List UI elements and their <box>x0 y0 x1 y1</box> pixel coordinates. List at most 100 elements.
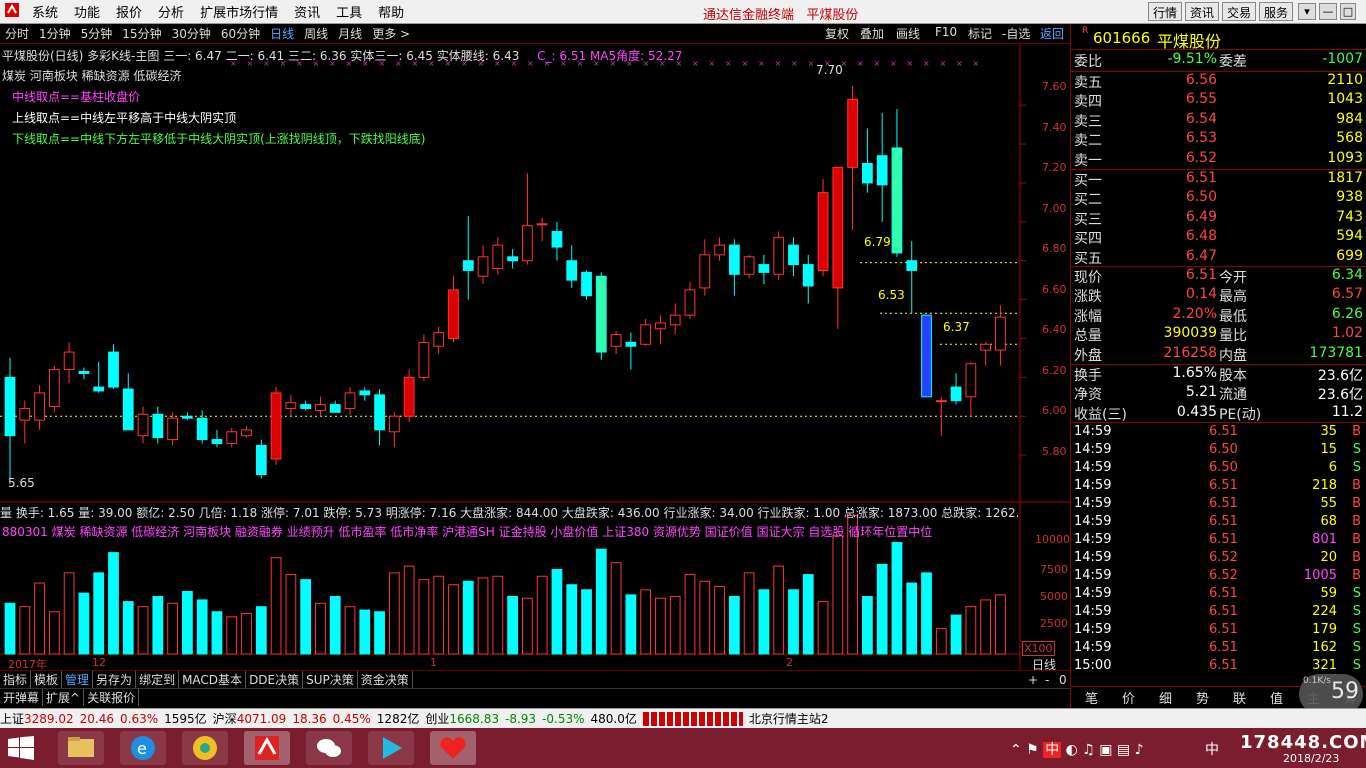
menu-system[interactable]: 系统 <box>24 2 66 21</box>
menu-analysis[interactable]: 分析 <box>150 2 192 21</box>
cross-marker: × <box>890 59 897 68</box>
quote-button[interactable]: 行情 <box>1148 2 1183 21</box>
tab-danmaku[interactable]: 开弹幕 <box>0 689 44 706</box>
cross-marker: × <box>857 59 864 68</box>
menu-help[interactable]: 帮助 <box>370 2 412 21</box>
server-name[interactable]: 北京行情主站2 <box>749 710 829 727</box>
app-logo-icon[interactable] <box>0 2 24 22</box>
sz-label[interactable]: 沪深 <box>213 710 237 727</box>
overlay-button[interactable]: 叠加 <box>860 25 884 42</box>
period-daily[interactable]: 日线 <box>265 25 299 42</box>
cross-marker: × <box>692 59 699 68</box>
volume-bar <box>403 565 415 655</box>
volume-bar <box>743 572 755 655</box>
tab-fund[interactable]: 资金决策 <box>358 671 413 688</box>
period-15min[interactable]: 15分钟 <box>117 25 166 42</box>
ime-icon[interactable]: 中 <box>1043 742 1062 758</box>
sell-row: 卖一 6.52 1093 <box>1071 150 1366 169</box>
stat-value: 11.2 <box>1331 403 1363 420</box>
period-60min[interactable]: 60分钟 <box>216 25 265 42</box>
music-app-icon[interactable] <box>182 731 228 765</box>
period-1min[interactable]: 1分钟 <box>34 25 76 42</box>
candle-body <box>196 417 208 441</box>
tray-icons[interactable]: ⌃ ⚑ 中 ◐ ♫ ▣ ▤ ♪ <box>1010 739 1144 759</box>
tick-time: 14:59 <box>1074 424 1112 439</box>
adjust-button[interactable]: 复权 <box>825 25 849 42</box>
tab-template[interactable]: 模板 <box>31 671 63 688</box>
period-tick[interactable]: 分时 <box>0 25 34 42</box>
stat-label: 外盘 <box>1074 347 1102 364</box>
menu-quote[interactable]: 报价 <box>108 2 150 21</box>
volume-bar <box>699 580 711 655</box>
tab-dde[interactable]: DDE决策 <box>246 671 304 688</box>
quote-tab[interactable]: 联 <box>1233 688 1246 707</box>
stat-value: 23.6亿 <box>1317 368 1363 384</box>
video-player-icon[interactable] <box>368 731 414 765</box>
menu-extended-market[interactable]: 扩展市场行情 <box>192 2 286 21</box>
stat-label: 现价 <box>1074 270 1102 286</box>
maximize-icon[interactable]: □ <box>1340 3 1356 20</box>
tab-extend[interactable]: 扩展^ <box>43 689 85 706</box>
period-monthly[interactable]: 月线 <box>333 25 367 42</box>
minimize-icon[interactable]: — <box>1319 3 1337 20</box>
sh-label[interactable]: 上证 <box>0 710 24 727</box>
sz-pct: 0.45% <box>332 711 371 726</box>
candle-body <box>270 392 282 460</box>
tab-indicator[interactable]: 指标 <box>0 671 32 688</box>
menu-function[interactable]: 功能 <box>66 2 108 21</box>
reset-icon[interactable]: 0 <box>1056 673 1070 687</box>
period-30min[interactable]: 30分钟 <box>167 25 216 42</box>
add-watchlist-button[interactable]: -自选 <box>1002 25 1030 42</box>
tab-macd[interactable]: MACD基本 <box>179 671 247 688</box>
tick-volume: 218 <box>1312 478 1337 493</box>
quote-tab[interactable]: 细 <box>1159 688 1172 707</box>
quote-tab[interactable]: 势 <box>1196 688 1209 707</box>
back-button[interactable]: 返回 <box>1040 25 1064 42</box>
volume-bar <box>462 580 474 655</box>
tab-sup[interactable]: SUP决策 <box>303 671 358 688</box>
menu-tools[interactable]: 工具 <box>328 2 370 21</box>
quote-tab[interactable]: 价 <box>1122 688 1135 707</box>
tongdaxin-icon[interactable] <box>244 731 290 765</box>
chart-area[interactable]: × × × × × × × × × × × × × × × × × × × × × × × × × × × × × × × × × × × × × × × ×… <box>0 44 1070 672</box>
quote-tab[interactable]: 值 <box>1270 688 1283 707</box>
tab-bind[interactable]: 绑定到 <box>136 671 180 688</box>
stock-code: 601666 <box>1093 29 1151 47</box>
mark-button[interactable]: 标记 <box>968 25 992 42</box>
service-button[interactable]: 服务 <box>1259 2 1294 21</box>
period-5min[interactable]: 5分钟 <box>76 25 118 42</box>
price-tick: 6.20 <box>1042 364 1067 377</box>
cy-label[interactable]: 创业 <box>425 710 449 727</box>
quote-tab[interactable]: 笔 <box>1085 688 1098 707</box>
news-button[interactable]: 资讯 <box>1185 2 1220 21</box>
svg-text:e: e <box>137 739 147 758</box>
menu-news[interactable]: 资讯 <box>286 2 328 21</box>
tick-volume: 1005 <box>1303 568 1337 583</box>
ie-browser-icon[interactable]: e <box>120 731 166 765</box>
ime-label-icon[interactable]: 中 <box>1205 739 1219 759</box>
sh-amount: 1595亿 <box>164 712 207 726</box>
f10-button[interactable]: F10 <box>935 25 957 39</box>
date-tick: 12 <box>92 656 106 669</box>
zoom-out-icon[interactable]: - <box>1042 673 1052 687</box>
tick-time: 14:59 <box>1074 460 1112 475</box>
zoom-in-icon[interactable]: + <box>1025 673 1041 687</box>
period-more[interactable]: 更多 > <box>367 25 415 42</box>
draw-button[interactable]: 画线 <box>896 25 920 42</box>
dropdown-icon[interactable]: ▾ <box>1298 3 1316 20</box>
vol-tick: 7500 <box>1040 563 1068 576</box>
file-explorer-icon[interactable] <box>58 731 104 765</box>
tab-save-as[interactable]: 另存为 <box>93 671 137 688</box>
tab-manage[interactable]: 管理 <box>62 671 94 688</box>
candle-body <box>48 369 60 408</box>
tab-related-quote[interactable]: 关联报价 <box>84 689 140 706</box>
sell-volume: 1093 <box>1327 149 1363 166</box>
windows-start-icon[interactable] <box>8 736 34 763</box>
trade-button[interactable]: 交易 <box>1222 2 1257 21</box>
wechat-icon[interactable] <box>306 731 352 765</box>
candle-body <box>595 275 607 353</box>
heart-app-icon[interactable] <box>430 731 476 765</box>
windows-taskbar: e ⌃ ⚑ 中 ◐ ♫ ▣ ▤ ♪ 中 178448.COM 2018/2/23 <box>0 728 1366 768</box>
period-weekly[interactable]: 周线 <box>299 25 333 42</box>
volume-bar <box>655 597 666 655</box>
